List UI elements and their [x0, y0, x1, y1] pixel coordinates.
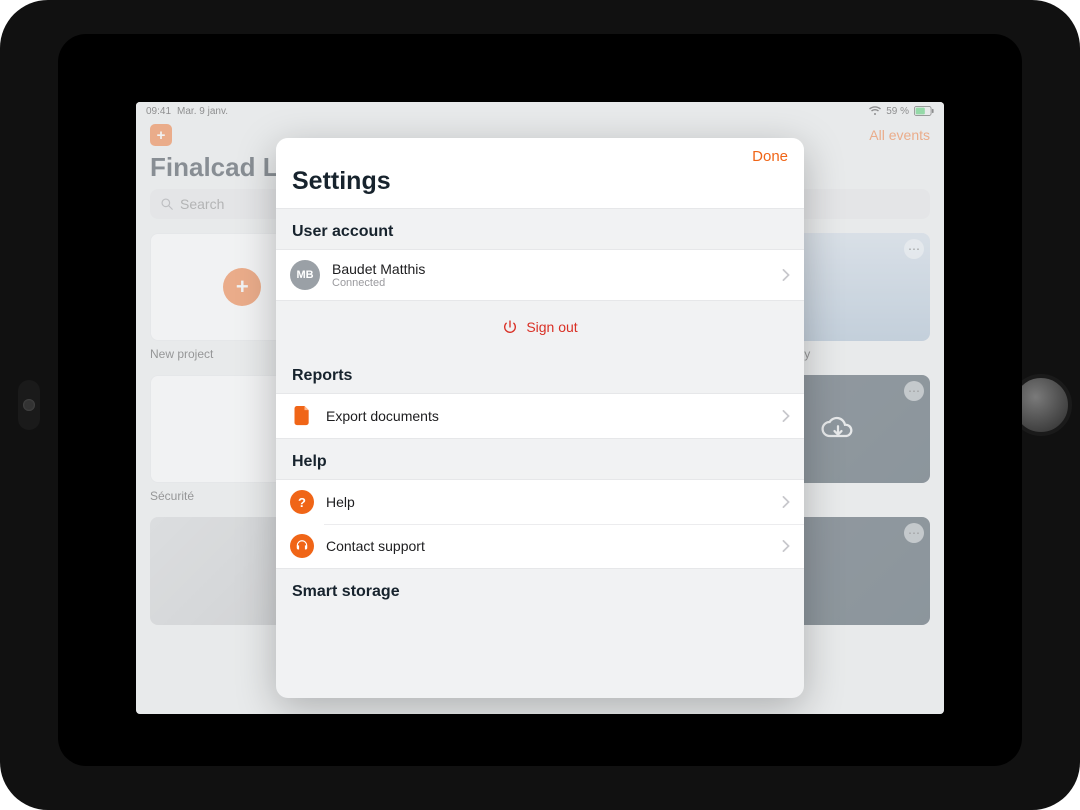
export-icon [290, 406, 314, 426]
modal-title: Settings [292, 167, 788, 196]
sign-out-row[interactable]: Sign out [276, 301, 804, 353]
section-user-account: User account [276, 209, 804, 249]
modal-body[interactable]: User account MB Baudet Matthis Connected [276, 209, 804, 698]
row-label: Contact support [326, 538, 425, 554]
done-button[interactable]: Done [752, 148, 788, 165]
device-bezel: 09:41 Mar. 9 janv. 59 % + All ev [58, 34, 1022, 766]
row-contact-support[interactable]: Contact support [276, 524, 804, 568]
section-smart-storage: Smart storage [276, 569, 804, 609]
screen: 09:41 Mar. 9 janv. 59 % + All ev [136, 102, 944, 714]
device-frame: 09:41 Mar. 9 janv. 59 % + All ev [0, 0, 1080, 810]
row-export-documents[interactable]: Export documents [276, 394, 804, 438]
chevron-right-icon [782, 496, 790, 508]
chevron-right-icon [782, 540, 790, 552]
settings-modal: Done Settings User account MB Baudet Mat… [276, 138, 804, 698]
section-help: Help [276, 439, 804, 479]
avatar: MB [290, 260, 320, 290]
device-camera [18, 380, 40, 430]
row-label: Help [326, 494, 355, 510]
help-icon: ? [290, 490, 314, 514]
row-user-account[interactable]: MB Baudet Matthis Connected [276, 250, 804, 300]
headset-icon [290, 534, 314, 558]
section-reports: Reports [276, 353, 804, 393]
user-name: Baudet Matthis [332, 261, 425, 277]
chevron-right-icon [782, 410, 790, 422]
chevron-right-icon [782, 269, 790, 281]
modal-header: Done Settings [276, 138, 804, 209]
power-icon [502, 319, 518, 335]
row-help[interactable]: ? Help [276, 480, 804, 524]
sign-out-label: Sign out [526, 319, 577, 335]
row-label: Export documents [326, 408, 439, 424]
user-status: Connected [332, 277, 425, 289]
